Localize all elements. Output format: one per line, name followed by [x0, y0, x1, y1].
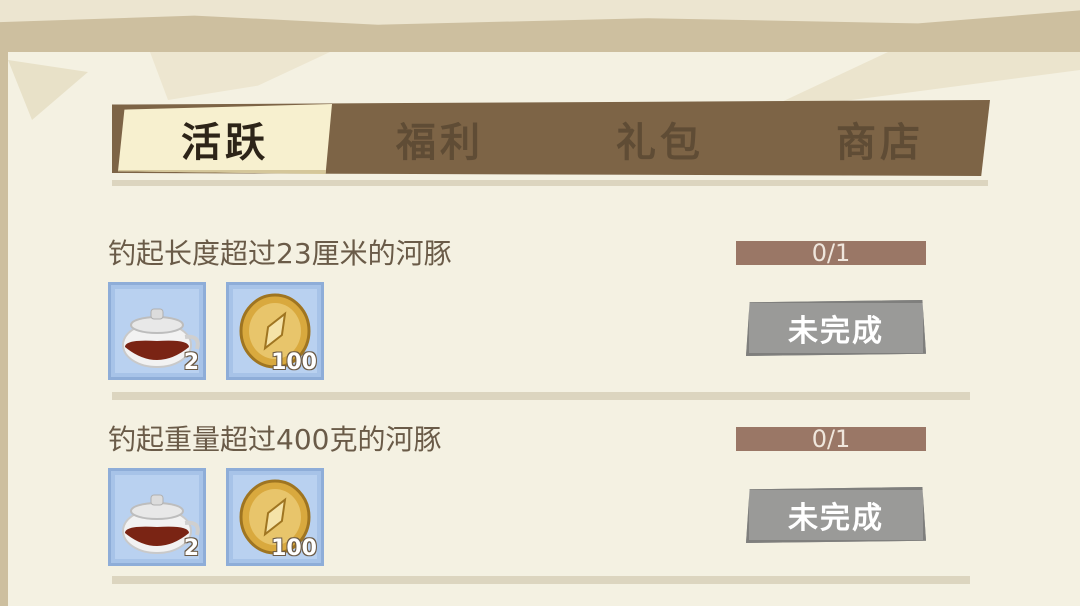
tab-shop[interactable]: 商店 [780, 104, 980, 174]
reward-quantity: 2 [183, 536, 199, 561]
tab-gift-pack[interactable]: 礼包 [560, 104, 760, 174]
tab-welfare[interactable]: 福利 [340, 104, 540, 174]
reward-slot[interactable]: 100 [226, 468, 324, 566]
reward-slot[interactable]: 2 [108, 282, 206, 380]
incomplete-button[interactable]: 未完成 [746, 300, 926, 356]
reward-slot[interactable]: 100 [226, 282, 324, 380]
incomplete-button[interactable]: 未完成 [746, 487, 926, 543]
quest-title: 钓起长度超过23厘米的河豚 [108, 237, 452, 270]
reward-quantity: 2 [183, 350, 199, 375]
torn-paper-left [0, 40, 8, 606]
tab-activity[interactable]: 活跃 [118, 104, 332, 174]
row-divider [112, 392, 970, 400]
reward-quantity: 100 [271, 350, 317, 375]
reward-quantity: 100 [271, 536, 317, 561]
tab-underline [112, 180, 988, 186]
quest-title: 钓起重量超过400克的河豚 [108, 423, 442, 456]
reward-slot[interactable]: 2 [108, 468, 206, 566]
progress-bar: 0/1 [736, 241, 926, 265]
progress-bar: 0/1 [736, 427, 926, 451]
row-divider [112, 576, 970, 584]
